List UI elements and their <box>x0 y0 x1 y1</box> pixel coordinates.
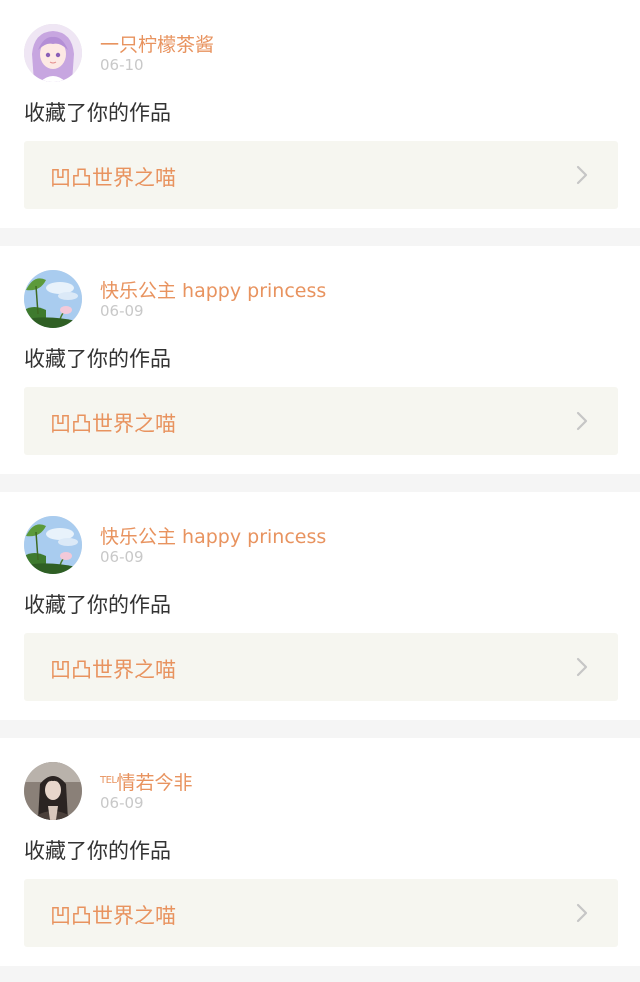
anime-girl-avatar-icon[interactable] <box>24 24 82 82</box>
notification-date: 06-10 <box>100 56 144 74</box>
notification-date: 06-09 <box>100 548 144 566</box>
username[interactable]: 快乐公主 happy princess <box>100 522 326 549</box>
notification-date: 06-09 <box>100 794 144 812</box>
work-link[interactable]: 凹凸世界之喵 <box>24 387 618 455</box>
action-text: 收藏了你的作品 <box>24 593 171 617</box>
work-title: 凹凸世界之喵 <box>50 166 176 190</box>
username[interactable]: TEL情若今非 <box>100 768 193 795</box>
chevron-right-icon <box>572 656 592 678</box>
notification-feed: 一只柠檬茶酱 06-10 收藏了你的作品 凹凸世界之喵 快乐公主 happy p… <box>0 0 640 966</box>
username-tag: TEL <box>100 775 117 786</box>
username[interactable]: 一只柠檬茶酱 <box>100 30 214 57</box>
dark-portrait-avatar-icon[interactable] <box>24 762 82 820</box>
work-link[interactable]: 凹凸世界之喵 <box>24 633 618 701</box>
chevron-right-icon <box>572 164 592 186</box>
work-title: 凹凸世界之喵 <box>50 412 176 436</box>
work-link[interactable]: 凹凸世界之喵 <box>24 141 618 209</box>
notification-date: 06-09 <box>100 302 144 320</box>
work-title: 凹凸世界之喵 <box>50 658 176 682</box>
action-text: 收藏了你的作品 <box>24 101 171 125</box>
username[interactable]: 快乐公主 happy princess <box>100 276 326 303</box>
notification-card: 一只柠檬茶酱 06-10 收藏了你的作品 凹凸世界之喵 <box>0 0 640 228</box>
work-title: 凹凸世界之喵 <box>50 904 176 928</box>
chevron-right-icon <box>572 410 592 432</box>
work-link[interactable]: 凹凸世界之喵 <box>24 879 618 947</box>
chevron-right-icon <box>572 902 592 924</box>
action-text: 收藏了你的作品 <box>24 839 171 863</box>
action-text: 收藏了你的作品 <box>24 347 171 371</box>
notification-card: 快乐公主 happy princess 06-09 收藏了你的作品 凹凸世界之喵 <box>0 492 640 720</box>
notification-card: TEL情若今非 06-09 收藏了你的作品 凹凸世界之喵 <box>0 738 640 966</box>
notification-card: 快乐公主 happy princess 06-09 收藏了你的作品 凹凸世界之喵 <box>0 246 640 474</box>
lotus-sky-avatar-icon[interactable] <box>24 516 82 574</box>
lotus-sky-avatar-icon[interactable] <box>24 270 82 328</box>
